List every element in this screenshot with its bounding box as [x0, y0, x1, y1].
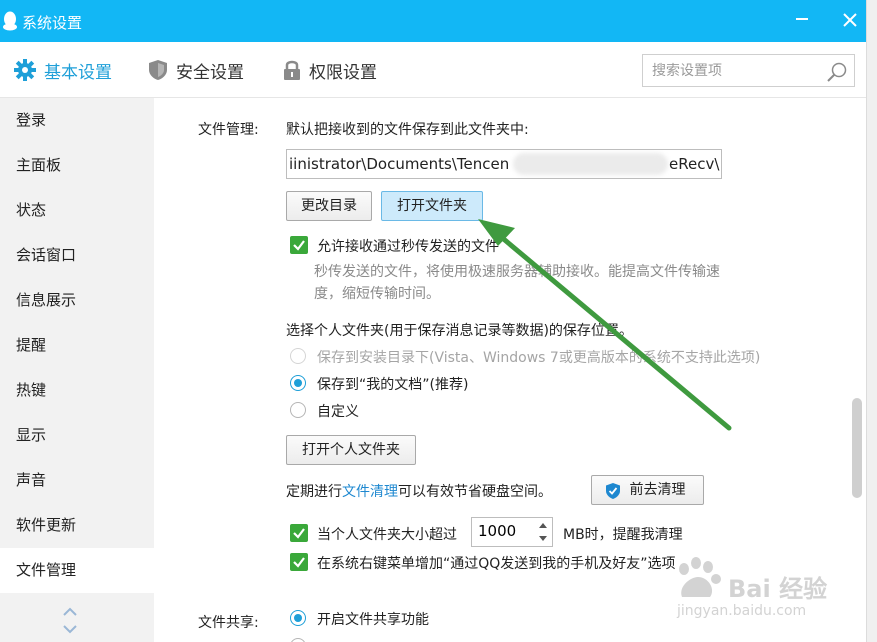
sidebar-item-chat-window[interactable]: 会话窗口 [0, 233, 154, 278]
settings-search [642, 54, 855, 87]
sidebar-item-info-display[interactable]: 信息展示 [0, 278, 154, 323]
radio-custom[interactable] [290, 402, 306, 418]
size-limit-prefix: 当个人文件夹大小超过 [317, 527, 457, 543]
size-limit-suffix: MB时，提醒我清理 [563, 527, 683, 543]
redacted-path-blur [513, 153, 668, 175]
tab-label: 安全设置 [176, 62, 244, 83]
title-bar: 系统设置 [0, 0, 866, 42]
window-edge [866, 0, 877, 642]
open-folder-button[interactable]: 打开文件夹 [381, 191, 483, 221]
baidu-paw-logo [679, 557, 721, 597]
size-limit-input[interactable] [478, 522, 528, 540]
search-icon[interactable] [826, 61, 848, 83]
chevron-down-icon[interactable] [63, 623, 77, 635]
baidu-jingyan-watermark: Bai 经验 jingyan.baidu.com [672, 557, 827, 619]
sidebar-item-main-panel[interactable]: 主面板 [0, 143, 154, 188]
sidebar-item-login[interactable]: 登录 [0, 98, 154, 143]
radio-install-dir [290, 348, 306, 364]
tab-bar: 基本设置 安全设置 权限设置 [0, 42, 866, 98]
context-menu-checkbox[interactable] [290, 553, 308, 571]
sidebar-item-display[interactable]: 显示 [0, 413, 154, 458]
file-management-section-label: 文件管理: [198, 122, 259, 138]
save-location-desc: 默认把接收到的文件保存到此文件夹中: [286, 122, 529, 138]
radio-install-dir-label: 保存到安装目录下(Vista、Windows 7或更高版本的系统不支持此选项) [317, 350, 761, 366]
radio-my-documents[interactable] [290, 375, 306, 391]
stepper-down-icon[interactable] [536, 532, 550, 545]
fast-transfer-hint-line1: 秒传发送的文件，将使用极速服务器辅助接收。能提高文件传输速 [314, 264, 720, 280]
watermark-url: jingyan.baidu.com [677, 603, 807, 619]
gear-icon [14, 59, 36, 81]
radio-sharing-next[interactable] [290, 638, 306, 642]
checkmark-icon [293, 557, 305, 568]
radio-my-documents-label: 保存到“我的文档”(推荐) [317, 377, 469, 393]
search-input[interactable] [643, 55, 813, 86]
cleanup-suffix: 可以有效节省硬盘空间。 [398, 484, 552, 500]
radio-enable-sharing[interactable] [290, 610, 306, 626]
minimize-icon [796, 18, 808, 20]
content-scrollbar-thumb[interactable] [852, 398, 862, 498]
file-sharing-section-label: 文件共享: [198, 615, 259, 631]
allow-fast-transfer-checkbox[interactable] [290, 236, 308, 254]
size-limit-checkbox[interactable] [290, 524, 308, 542]
go-cleanup-label: 前去清理 [629, 482, 686, 498]
sidebar-item-reminder[interactable]: 提醒 [0, 323, 154, 368]
stepper-up-icon[interactable] [536, 519, 550, 532]
size-limit-stepper [471, 517, 553, 547]
shield-icon [149, 60, 167, 80]
receive-path-field[interactable]: iinistrator\Documents\Tencen eRecv\ [286, 149, 722, 179]
change-directory-button[interactable]: 更改目录 [286, 191, 372, 221]
enable-sharing-label: 开启文件共享功能 [317, 612, 429, 628]
watermark-main-text: Bai 经验 [728, 575, 828, 603]
chevron-up-icon[interactable] [63, 606, 77, 618]
context-menu-label: 在系统右键菜单增加“通过QQ发送到我的手机及好友”选项 [317, 556, 676, 572]
sidebar-item-status[interactable]: 状态 [0, 188, 154, 233]
sidebar-item-software-update[interactable]: 软件更新 [0, 503, 154, 548]
sidebar-item-file-management[interactable]: 文件管理 [0, 548, 154, 593]
open-personal-folder-button[interactable]: 打开个人文件夹 [286, 435, 416, 465]
tab-security-settings[interactable]: 安全设置 [148, 42, 244, 98]
cleanup-prefix: 定期进行 [286, 484, 342, 500]
close-button[interactable] [839, 10, 861, 32]
sidebar-item-hotkeys[interactable]: 热键 [0, 368, 154, 413]
lock-icon [284, 60, 300, 80]
shield-cleanup-icon [606, 483, 620, 499]
settings-content: 文件管理: 默认把接收到的文件保存到此文件夹中: iinistrator\Doc… [154, 98, 866, 642]
personal-folder-desc: 选择个人文件夹(用于保存消息记录等数据)的保存位置。 [286, 323, 633, 339]
fast-transfer-hint-line2: 度，缩短传输时间。 [314, 286, 440, 302]
allow-fast-transfer-label: 允许接收通过秒传发送的文件 [317, 239, 499, 255]
qq-penguin-icon [3, 11, 17, 31]
path-end: eRecv\ [669, 155, 720, 173]
checkmark-icon [293, 240, 305, 251]
path-start: iinistrator\Documents\Tencen [289, 155, 510, 173]
cleanup-text: 定期进行文件清理可以有效节省硬盘空间。 [286, 481, 552, 501]
sidebar: 登录 主面板 状态 会话窗口 信息展示 提醒 热键 显示 声音 软件更新 文件管… [0, 98, 154, 642]
window-title: 系统设置 [22, 14, 83, 32]
tab-label: 基本设置 [44, 62, 112, 83]
file-cleanup-link[interactable]: 文件清理 [342, 484, 398, 500]
tab-label: 权限设置 [309, 62, 377, 83]
radio-custom-label: 自定义 [317, 404, 359, 420]
close-icon [843, 13, 857, 27]
tab-basic-settings[interactable]: 基本设置 [14, 42, 112, 98]
go-cleanup-button[interactable]: 前去清理 [591, 475, 704, 505]
sidebar-item-sound[interactable]: 声音 [0, 458, 154, 503]
checkmark-icon [293, 528, 305, 539]
minimize-button[interactable] [791, 10, 813, 32]
tab-permission-settings[interactable]: 权限设置 [283, 42, 377, 98]
